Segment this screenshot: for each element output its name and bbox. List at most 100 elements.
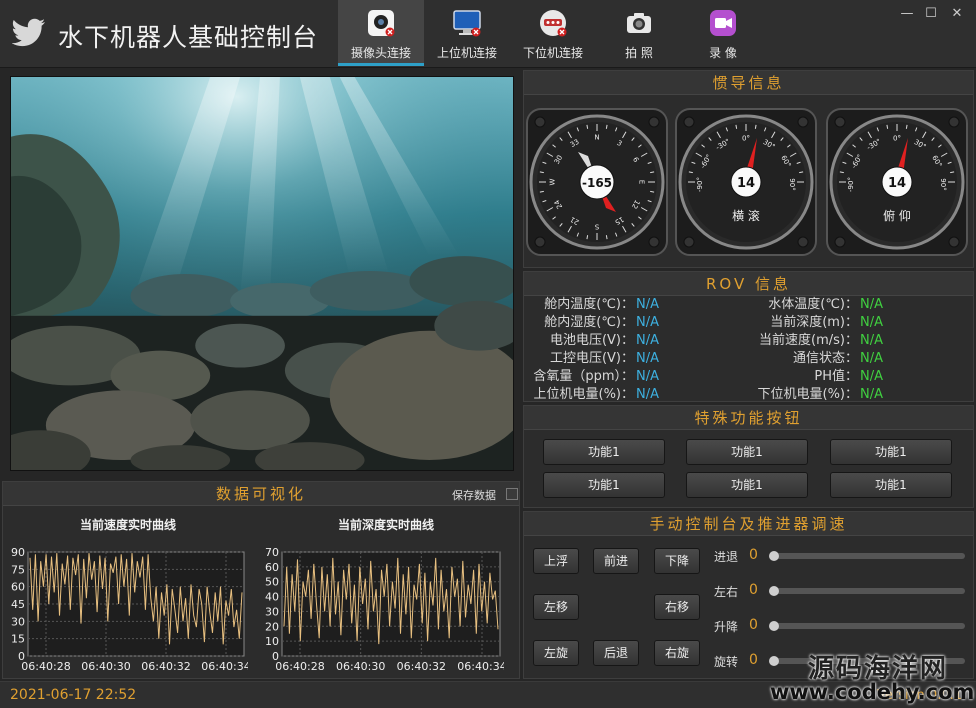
- monitor-connect-icon: [453, 10, 481, 37]
- function-button-5[interactable]: 功能1: [686, 472, 808, 498]
- gauge-tick-label: 0°: [742, 135, 750, 143]
- camera-connect-icon: [368, 10, 395, 37]
- y-tick-label: 60: [11, 581, 25, 594]
- compass-tick: [605, 235, 608, 240]
- app-title: 水下机器人基础控制台: [58, 23, 319, 52]
- speed-line-chart: 015304560759006:40:28 06:40:30 06:40:32 06:…: [11, 546, 248, 673]
- rotate-right-button[interactable]: 右旋: [654, 640, 700, 666]
- rov-info-value: N/A: [636, 351, 659, 366]
- descend-button[interactable]: 下降: [654, 548, 700, 574]
- rov-info-row: 舱内湿度(℃)： N/A: [524, 314, 724, 332]
- compass-label: N: [594, 134, 599, 142]
- thruster-slider-thumb[interactable]: [769, 621, 779, 631]
- maximize-button[interactable]: ☐: [922, 6, 940, 22]
- rov-info-label: 含氧量（ppm）：: [533, 369, 634, 384]
- rov-info-label: 工控电压(V)：: [549, 351, 634, 366]
- rov-info-label: 上位机电量(%)：: [533, 387, 635, 402]
- rov-info-row: 当前速度(m/s)： N/A: [720, 332, 920, 350]
- x-tick-label: 06:40:34: [457, 660, 504, 673]
- x-tick-label: 06:40:28: [21, 660, 70, 673]
- monitor-connect-button[interactable]: 上位机连接: [424, 0, 510, 66]
- rov-info-row: 上位机电量(%)： N/A: [524, 386, 724, 404]
- rov-info-value: N/A: [636, 369, 659, 384]
- rov-info-label: 舱内湿度(℃)：: [544, 315, 634, 330]
- camera-video-feed: [10, 76, 514, 471]
- pitch-gauge: -90°-60°-30° 0° 30°60°90° 14 俯 仰: [826, 108, 968, 256]
- thruster-slider-thumb[interactable]: [769, 586, 779, 596]
- thruster-slider-thumb[interactable]: [769, 656, 779, 666]
- gauge-tick-label: -90°: [696, 177, 704, 192]
- rov-info-row: 舱内温度(℃)： N/A: [524, 296, 724, 314]
- save-data-checkbox[interactable]: [506, 488, 518, 500]
- twitter-bird-icon: [12, 18, 45, 47]
- rov-info-value: N/A: [636, 333, 659, 348]
- x-tick-label: 06:40:32: [141, 660, 190, 673]
- ascend-button[interactable]: 上浮: [533, 548, 579, 574]
- roll-label: 横 滚: [732, 208, 760, 223]
- rov-info-value: N/A: [860, 297, 883, 312]
- function-button-4[interactable]: 功能1: [543, 472, 665, 498]
- rov-info-label: 通信状态：: [792, 351, 858, 366]
- rov-info-row: 电池电压(V)： N/A: [524, 332, 724, 350]
- minimize-button[interactable]: —: [898, 6, 916, 22]
- rov-info-value: N/A: [860, 315, 883, 330]
- rov-info-label: PH值：: [814, 369, 858, 384]
- close-button[interactable]: ✕: [948, 6, 966, 22]
- gauge-tick-label: -90°: [847, 177, 855, 192]
- video-record-icon: [710, 10, 736, 36]
- thruster-slider-thumb[interactable]: [769, 551, 779, 561]
- move-right-button[interactable]: 右移: [654, 594, 700, 620]
- y-tick-label: 60: [265, 561, 279, 574]
- rov-info-label: 下位机电量(%)：: [757, 387, 859, 402]
- rov-info-row: 水体温度(℃)： N/A: [720, 296, 920, 314]
- slider-value: 0: [749, 547, 758, 563]
- function-button-6[interactable]: 功能1: [830, 472, 952, 498]
- special-function-title: 特殊功能按钮: [524, 406, 973, 430]
- photo-button[interactable]: 拍 照: [596, 0, 682, 66]
- thruster-slider-track[interactable]: [771, 553, 965, 559]
- device-connect-button[interactable]: 下位机连接: [510, 0, 596, 66]
- y-tick-label: 15: [11, 633, 25, 646]
- rov-info-label: 当前深度(m)：: [770, 315, 858, 330]
- roll-gauge: -90°-60°-30° 0° 30°60°90° 14 横 滚: [675, 108, 817, 256]
- x-tick-label: 06:40:30: [81, 660, 130, 673]
- device-connect-icon: [540, 10, 567, 37]
- compass-label: S: [594, 223, 599, 231]
- pitch-label: 俯 仰: [883, 208, 911, 223]
- slider-value: 0: [749, 582, 758, 598]
- thruster-slider-track[interactable]: [771, 588, 965, 594]
- compass-label: W: [549, 178, 557, 185]
- forward-button[interactable]: 前进: [593, 548, 639, 574]
- manual-control-title: 手动控制台及推进器调速: [524, 512, 973, 536]
- rov-info-row: 当前深度(m)： N/A: [720, 314, 920, 332]
- function-button-2[interactable]: 功能1: [686, 439, 808, 465]
- rov-info-value: N/A: [636, 315, 659, 330]
- y-tick-label: 30: [265, 605, 279, 618]
- function-button-3[interactable]: 功能1: [830, 439, 952, 465]
- rov-info-value: N/A: [860, 387, 883, 402]
- rov-info-label: 水体温度(℃)：: [768, 297, 858, 312]
- thruster-slider-track[interactable]: [771, 623, 965, 629]
- x-tick-label: 06:40:28: [275, 660, 324, 673]
- title-bar: 水下机器人基础控制台 摄像头连接 上位机连接 下位机连接 拍 照 录 像 — ☐…: [0, 0, 976, 68]
- x-tick-label: 06:40:30: [336, 660, 385, 673]
- depth-chart-title: 当前深度实时曲线: [338, 518, 435, 532]
- rotate-left-button[interactable]: 左旋: [533, 640, 579, 666]
- camera-connect-button[interactable]: 摄像头连接: [338, 0, 424, 66]
- tool-label: 摄像头连接: [350, 46, 411, 60]
- record-button[interactable]: 录 像: [680, 0, 766, 66]
- gauge-tick-label: 90°: [788, 178, 796, 190]
- gauge-tick: [735, 124, 738, 129]
- save-data-label: 保存数据: [452, 489, 496, 502]
- rov-info-value: N/A: [636, 297, 659, 312]
- y-tick-label: 50: [265, 576, 279, 589]
- slider-label: 旋转: [714, 655, 739, 669]
- function-button-1[interactable]: 功能1: [543, 439, 665, 465]
- y-tick-label: 75: [11, 563, 25, 576]
- x-tick-label: 06:40:34: [201, 660, 248, 673]
- move-left-button[interactable]: 左移: [533, 594, 579, 620]
- compass-label: E: [638, 180, 646, 184]
- backward-button[interactable]: 后退: [593, 640, 639, 666]
- y-tick-label: 20: [265, 620, 279, 633]
- gauge-tick-label: 90°: [939, 178, 947, 190]
